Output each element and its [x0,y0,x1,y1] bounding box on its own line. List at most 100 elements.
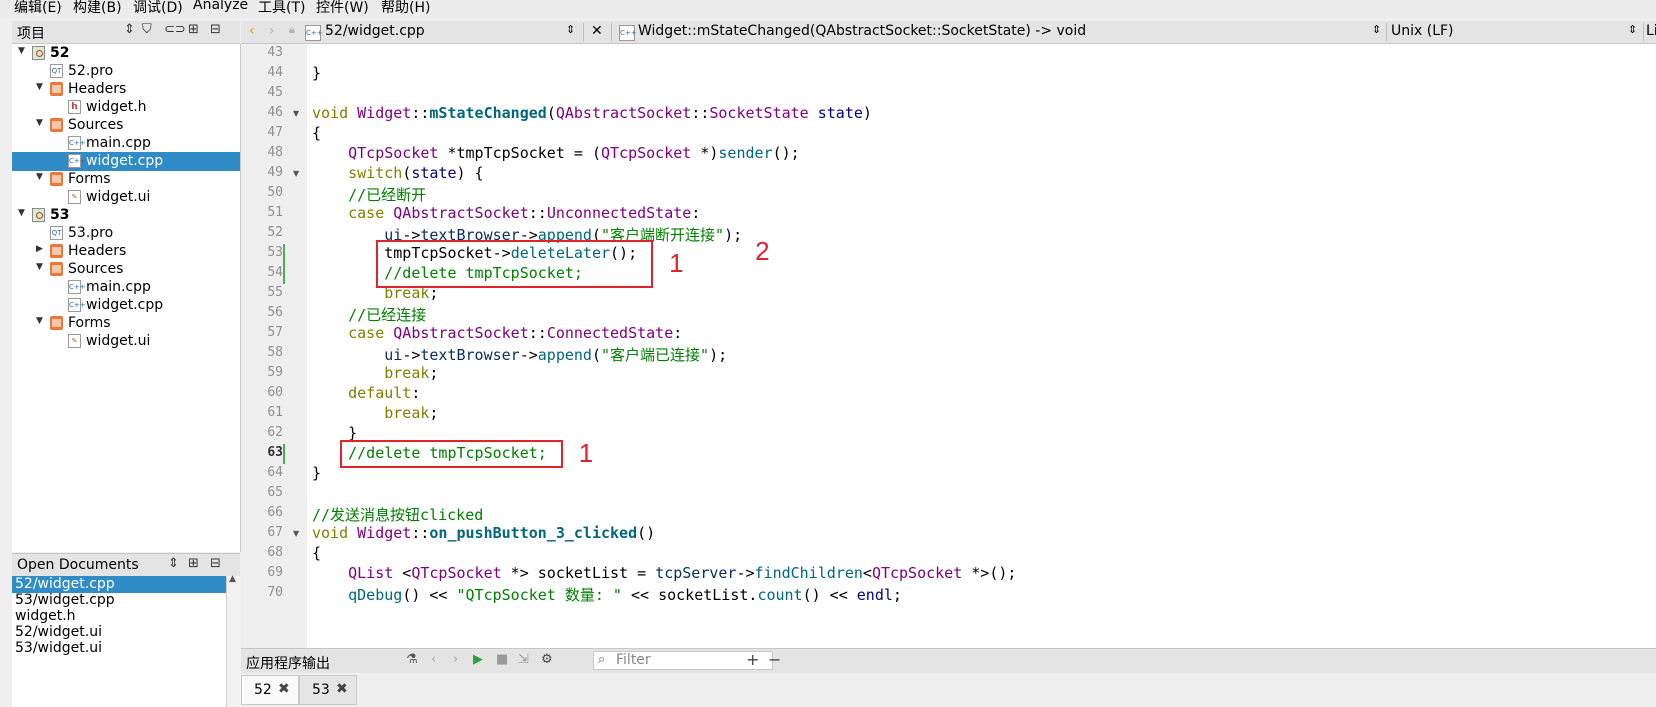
menu-edit[interactable]: 编辑(E) [14,0,62,17]
editor-toolbar: ‹ › 🔒︎ C++ 52/widget.cpp ⇕ ✕ C++ Widget:… [241,21,1656,44]
current-file-combo[interactable]: 52/widget.cpp [325,23,425,39]
line-number: 70 [267,585,283,600]
tree-item[interactable]: ▼ Sources [12,116,240,135]
tree-item[interactable]: ▼ Forms [12,314,240,333]
open-document-item[interactable]: 52/widget.cpp [12,576,226,593]
tree-item[interactable]: ▼ Forms [12,170,240,189]
open-document-item[interactable]: 53/widget.cpp [12,592,226,609]
symbol-combo-arrow-icon[interactable]: ⇕ [1372,23,1381,36]
output-tab[interactable]: 53 ✖ [299,675,357,705]
back-icon[interactable]: ‹ [249,23,255,39]
close-tab-icon[interactable]: ✖ [336,681,348,697]
annotation-box [340,440,563,468]
open-documents-scrollbar[interactable]: ▲ [226,574,241,707]
fold-arrow-icon[interactable]: ▼ [293,109,299,118]
output-tab-label: 53 [312,682,330,698]
ui-file-icon: ✎ [68,190,81,204]
chevron-down-icon[interactable]: ▼ [36,82,43,92]
line-number: 66 [267,505,283,520]
tree-item-label: Headers [68,81,127,97]
previous-item-icon[interactable]: ‹ [431,652,436,667]
close-panel-icon[interactable]: ⊟ [210,22,221,37]
menu-analyze[interactable]: Analyze [193,0,248,13]
code-line: QList <QTcpSocket *> socketList = tcpSer… [348,564,1017,582]
tree-item[interactable]: ✎ widget.ui [12,188,240,207]
output-tab[interactable]: 52 ✖ [241,675,299,705]
zoom-out-icon[interactable]: − [768,650,781,669]
menu-debug[interactable]: 调试(D) [133,0,183,17]
attach-debugger-icon[interactable]: ⇲ [518,652,529,667]
split-icon[interactable]: ⊞ [188,556,199,571]
chevron-right-icon[interactable]: ▶ [36,244,43,254]
toolbar-separator [583,23,584,41]
line-number: 63 [267,445,283,460]
open-document-label: 52/widget.ui [15,624,102,640]
tree-item[interactable]: ▼ 52 [12,44,240,63]
open-document-item[interactable]: 52/widget.ui [12,624,226,641]
tree-item[interactable]: h widget.h [12,98,240,117]
tree-item[interactable]: C++ main.cpp [12,134,240,153]
code-editor[interactable]: } void Widget::mStateChanged(QAbstractSoc… [307,44,1656,648]
line-number: 58 [267,345,283,360]
panel-selector-icon[interactable]: ⇕ [168,556,179,571]
tree-item[interactable]: ▼ Headers [12,80,240,99]
code-line: } [312,464,322,482]
fold-arrow-icon[interactable]: ▼ [293,169,299,178]
menu-bar: 编辑(E) 构建(B) 调试(D) Analyze 工具(T) 控件(W) 帮助… [0,0,1656,18]
clean-output-icon[interactable]: ⚗︎ [406,652,418,667]
menu-tools[interactable]: 工具(T) [258,0,305,17]
tree-item-label: 53 [50,207,70,223]
open-document-item[interactable]: 53/widget.ui [12,640,226,657]
menu-build[interactable]: 构建(B) [73,0,122,17]
line-ending-arrow-icon[interactable]: ⇕ [1628,23,1637,36]
tree-item-label: widget.ui [86,333,151,349]
cursor-position-label[interactable]: Li [1646,23,1656,39]
line-ending-combo[interactable]: Unix (LF) [1391,23,1454,39]
file-combo-arrow-icon[interactable]: ⇕ [566,23,575,36]
scroll-up-icon[interactable]: ▲ [229,574,236,584]
split-icon[interactable]: ⊞ [188,22,199,37]
cpp-file-icon: C++ [68,298,86,312]
stop-icon[interactable]: ■ [496,652,508,667]
line-number: 54 [267,265,283,280]
code-line: void Widget::mStateChanged(QAbstractSock… [312,104,872,122]
tree-item[interactable]: ▶ Headers [12,242,240,261]
modified-line-marker [283,264,285,284]
tree-item-label: Headers [68,243,127,259]
open-document-item[interactable]: widget.h [12,608,226,625]
tree-item[interactable]: QT 52.pro [12,62,240,81]
link-icon[interactable]: ⊂⊃ [164,22,186,37]
tree-item[interactable]: C++ main.cpp [12,278,240,297]
close-document-icon[interactable]: ✕ [591,23,603,39]
open-document-label: widget.h [15,608,76,624]
chevron-down-icon[interactable]: ▼ [18,46,25,56]
line-number: 67 [267,525,283,540]
panel-selector-icon[interactable]: ⇕ [124,22,135,37]
chevron-down-icon[interactable]: ▼ [36,316,43,326]
symbol-combo[interactable]: Widget::mStateChanged(QAbstractSocket::S… [638,23,1086,39]
next-item-icon[interactable]: › [453,652,458,667]
output-tab-label: 52 [254,682,272,698]
tree-item[interactable]: ▼ Sources [12,260,240,279]
tree-item[interactable]: ✎ widget.ui [12,332,240,351]
menu-controls[interactable]: 控件(W) [316,0,369,17]
chevron-down-icon[interactable]: ▼ [36,118,43,128]
tree-item[interactable]: QT 53.pro [12,224,240,243]
line-number: 46 [267,105,283,120]
close-tab-icon[interactable]: ✖ [278,681,290,697]
close-panel-icon[interactable]: ⊟ [210,556,221,571]
settings-gear-icon[interactable]: ⚙ [541,652,553,667]
forward-icon[interactable]: › [269,23,275,39]
zoom-in-icon[interactable]: + [746,650,759,669]
menu-help[interactable]: 帮助(H) [381,0,430,17]
fold-arrow-icon[interactable]: ▼ [293,529,299,538]
line-number: 62 [267,425,283,440]
run-icon[interactable]: ▶ [473,652,483,667]
tree-item[interactable]: C++ widget.cpp [12,296,240,315]
filter-icon[interactable]: ⛉ [142,22,152,37]
chevron-down-icon[interactable]: ▼ [18,208,25,218]
chevron-down-icon[interactable]: ▼ [36,262,43,272]
chevron-down-icon[interactable]: ▼ [36,172,43,182]
tree-item[interactable]: C++ widget.cpp [12,152,240,171]
tree-item[interactable]: ▼ 53 [12,206,240,225]
